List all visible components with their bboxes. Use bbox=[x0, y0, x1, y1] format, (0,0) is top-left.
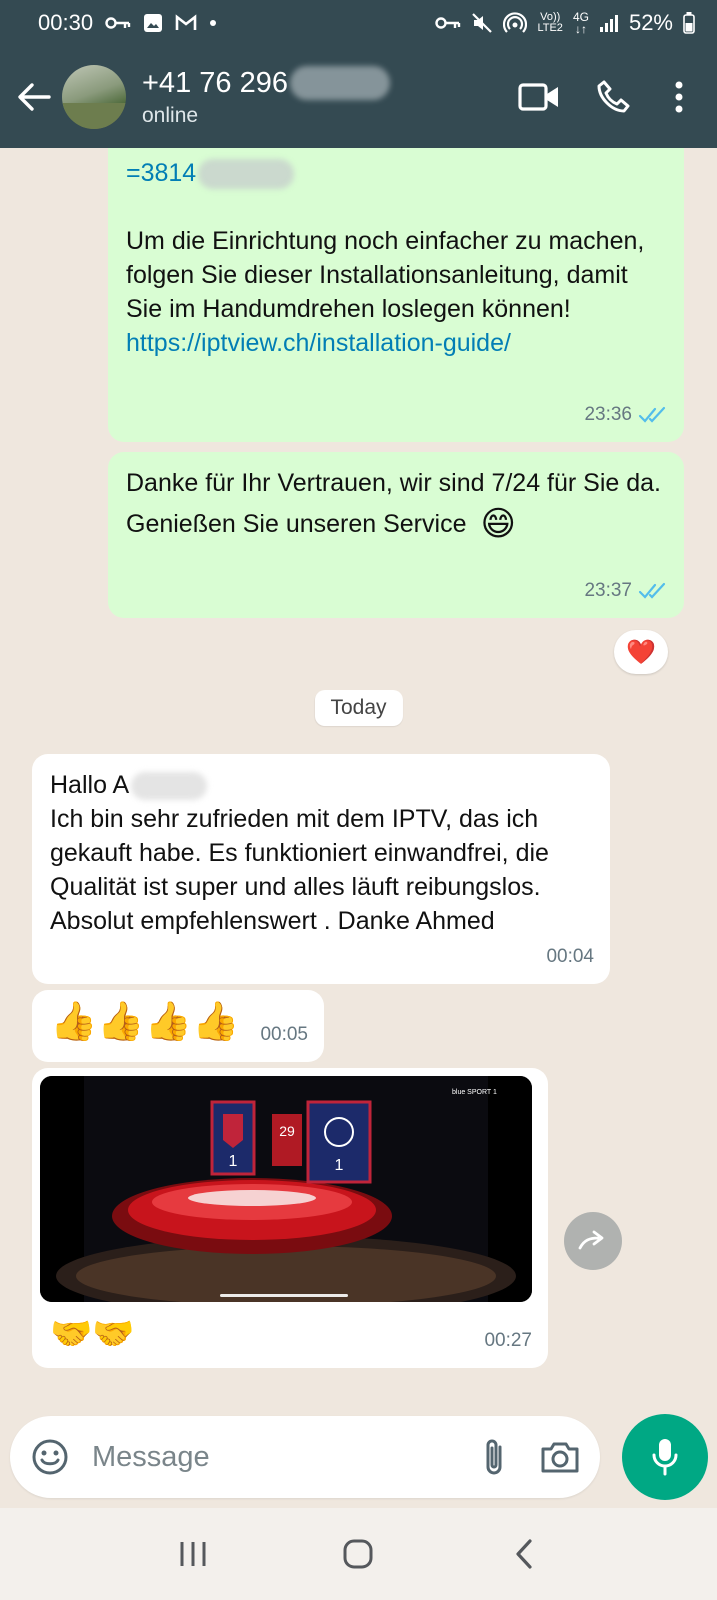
message-time: 00:27 bbox=[484, 1330, 532, 1351]
day-divider: Today bbox=[314, 690, 403, 726]
video-camera-icon bbox=[518, 83, 558, 111]
message-time: 23:36 bbox=[584, 404, 632, 425]
message-meta: 00:04 bbox=[546, 940, 594, 974]
vpn-key-icon bbox=[435, 15, 461, 31]
message-meta: 23:37 bbox=[584, 574, 668, 608]
message-text: Danke für Ihr Vertrauen, wir sind 7/24 f… bbox=[126, 469, 661, 497]
redacted-number bbox=[289, 66, 390, 100]
mute-icon bbox=[471, 12, 493, 34]
message-outgoing[interactable]: Danke für Ihr Vertrauen, wir sind 7/24 f… bbox=[108, 452, 684, 618]
voice-message-button[interactable] bbox=[622, 1414, 708, 1500]
video-thumbnail[interactable]: 29 1 1 blue SPORT 1 bbox=[40, 1076, 532, 1302]
phone-icon bbox=[597, 80, 630, 113]
smiley-icon bbox=[32, 1439, 68, 1475]
handshake-emojis: 🤝🤝 bbox=[50, 1315, 135, 1353]
message-text: Ich bin sehr zufrieden mit dem IPTV, das… bbox=[50, 805, 549, 935]
message-meta: 00:27 bbox=[484, 1324, 532, 1358]
gallery-icon bbox=[143, 13, 163, 33]
stadium-video-frame: 29 1 1 blue SPORT 1 bbox=[40, 1076, 532, 1302]
volte-icon: Vo)) LTE2 bbox=[537, 11, 563, 34]
grinning-emoji: 😄 bbox=[480, 505, 516, 543]
forward-button[interactable] bbox=[564, 1212, 622, 1270]
chat-area[interactable]: =3814 Um die Einrichtung noch einfacher … bbox=[0, 148, 717, 1400]
double-check-icon bbox=[638, 406, 666, 423]
status-time: 00:30 bbox=[38, 10, 94, 35]
camera-icon bbox=[541, 1442, 579, 1473]
message-text: Genießen Sie unseren Service bbox=[126, 510, 467, 538]
more-vertical-icon bbox=[675, 81, 683, 113]
system-nav-bar bbox=[0, 1508, 717, 1600]
message-meta: 00:05 bbox=[260, 1018, 308, 1052]
message-link[interactable]: https://iptview.ch/installation-guide/ bbox=[126, 326, 666, 360]
message-meta: 23:36 bbox=[584, 398, 668, 432]
more-options-button[interactable] bbox=[649, 67, 709, 127]
message-outgoing[interactable]: =3814 Um die Einrichtung noch einfacher … bbox=[108, 148, 684, 442]
contact-status: online bbox=[142, 104, 199, 127]
message-greeting: Hallo A bbox=[50, 771, 130, 799]
camera-button[interactable] bbox=[538, 1435, 582, 1479]
message-composer: Message bbox=[10, 1416, 600, 1498]
signal-icon bbox=[599, 14, 619, 32]
back-button[interactable] bbox=[12, 75, 56, 119]
recent-apps-button[interactable] bbox=[163, 1524, 223, 1584]
redacted-text bbox=[131, 772, 208, 801]
channel-logo: blue SPORT 1 bbox=[452, 1089, 497, 1096]
message-incoming[interactable]: Hallo A Ich bin sehr zufrieden mit dem I… bbox=[32, 754, 610, 984]
status-bar: 00:30 Vo)) LTE2 4G ↓↑ 52% bbox=[0, 0, 717, 46]
microphone-icon bbox=[652, 1439, 678, 1476]
network-type-icon: 4G ↓↑ bbox=[572, 10, 589, 36]
reaction-badge[interactable]: ❤️ bbox=[614, 630, 668, 674]
chevron-left-icon bbox=[516, 1539, 532, 1569]
dot-icon bbox=[209, 19, 217, 27]
message-incoming[interactable]: 👍👍👍👍 00:05 bbox=[32, 990, 324, 1062]
key-icon bbox=[105, 15, 131, 31]
message-incoming-video[interactable]: 29 1 1 blue SPORT 1 🤝🤝 00:27 bbox=[32, 1068, 548, 1368]
message-time: 00:04 bbox=[546, 946, 594, 967]
message-link-fragment[interactable]: =3814 bbox=[126, 159, 196, 187]
recents-icon bbox=[180, 1542, 206, 1566]
system-back-button[interactable] bbox=[494, 1524, 554, 1584]
paperclip-icon bbox=[486, 1439, 502, 1475]
video-call-button[interactable] bbox=[509, 67, 569, 127]
match-minute: 29 bbox=[279, 1123, 295, 1139]
score-away: 1 bbox=[335, 1157, 344, 1174]
gmail-icon bbox=[175, 14, 197, 32]
voice-call-button[interactable] bbox=[583, 67, 643, 127]
forward-icon bbox=[578, 1230, 604, 1250]
message-input[interactable]: Message bbox=[92, 1441, 472, 1474]
redacted-text bbox=[198, 159, 295, 190]
score-home: 1 bbox=[229, 1153, 238, 1170]
contact-info[interactable]: +41 76 296 online bbox=[142, 66, 509, 128]
message-text: Um die Einrichtung noch einfacher zu mac… bbox=[126, 227, 645, 323]
battery-icon bbox=[683, 12, 695, 34]
avatar[interactable] bbox=[62, 65, 126, 129]
contact-name: +41 76 296 bbox=[142, 67, 288, 99]
home-icon bbox=[343, 1539, 373, 1569]
hotspot-icon bbox=[503, 12, 528, 34]
message-time: 00:05 bbox=[260, 1024, 308, 1045]
battery-percent: 52% bbox=[628, 10, 673, 35]
home-button[interactable] bbox=[328, 1524, 388, 1584]
arrow-left-icon bbox=[18, 83, 51, 111]
attach-button[interactable] bbox=[472, 1435, 516, 1479]
emoji-button[interactable] bbox=[28, 1435, 72, 1479]
chat-header: +41 76 296 online bbox=[0, 46, 717, 148]
message-time: 23:37 bbox=[584, 580, 632, 601]
double-check-icon bbox=[638, 582, 666, 599]
